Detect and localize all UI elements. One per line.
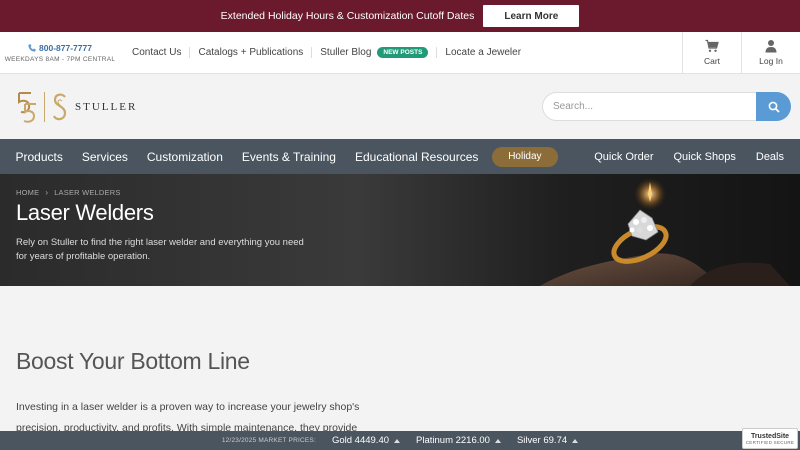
phone-block: 800-877-7777 WEEKDAYS 8AM - 7PM CENTRAL [0, 32, 120, 73]
contact-us-label: Contact Us [132, 47, 182, 58]
nav-services[interactable]: Services [72, 150, 137, 164]
phone-number: 800-877-7777 [39, 42, 92, 53]
utility-bar: 800-877-7777 WEEKDAYS 8AM - 7PM CENTRAL … [0, 32, 800, 74]
anniversary-55-icon [18, 91, 36, 123]
silver-price[interactable]: Silver 69.74 [511, 435, 579, 446]
promo-text: Extended Holiday Hours & Customization C… [220, 10, 475, 22]
login-button[interactable]: Log In [741, 32, 800, 73]
market-ticker: 12/23/2025 MARKET PRICES: Gold 4449.40 P… [0, 431, 800, 450]
market-date: 12/23/2025 MARKET PRICES: [221, 437, 316, 444]
phone-icon [28, 43, 36, 52]
stuller-s-icon [52, 93, 67, 120]
catalogs-label: Catalogs + Publications [198, 47, 304, 58]
search-button[interactable] [756, 92, 791, 121]
hero-description: Rely on Stuller to find the right laser … [16, 237, 304, 262]
catalogs-link[interactable]: Catalogs + Publications [189, 47, 311, 58]
new-posts-badge: NEW POSTS [377, 47, 429, 58]
business-hours: WEEKDAYS 8AM - 7PM CENTRAL [4, 55, 116, 63]
promo-banner: Extended Holiday Hours & Customization C… [0, 0, 800, 32]
nav-quick-shops[interactable]: Quick Shops [664, 151, 746, 163]
silver-label: Silver 69.74 [516, 435, 568, 446]
blog-label: Stuller Blog [320, 47, 372, 58]
nav-products[interactable]: Products [6, 150, 72, 164]
breadcrumb-current: LASER WELDERS [54, 188, 121, 197]
cart-label: Cart [703, 56, 721, 66]
platinum-label: Platinum 2216.00 [416, 435, 490, 446]
cart-button[interactable]: Cart [682, 32, 741, 73]
ring-laser-image [540, 176, 790, 286]
search-bar [542, 92, 791, 121]
arrow-up-icon [572, 438, 579, 443]
trustedsite-badge[interactable]: TrustedSite CERTIFIED SECURE [742, 428, 798, 449]
cart-icon [705, 39, 719, 52]
main-nav: Products Services Customization Events &… [0, 139, 800, 174]
learn-more-button[interactable]: Learn More [483, 5, 580, 27]
utility-links: Contact Us Catalogs + Publications Stull… [120, 32, 682, 73]
contact-us-link[interactable]: Contact Us [124, 47, 189, 58]
gold-price[interactable]: Gold 4449.40 [326, 435, 401, 446]
nav-quick-order[interactable]: Quick Order [584, 151, 663, 163]
logo-divider [44, 91, 45, 122]
search-icon [768, 101, 780, 113]
arrow-up-icon [494, 438, 501, 443]
nav-customization[interactable]: Customization [137, 150, 232, 164]
gold-label: Gold 4449.40 [331, 435, 390, 446]
arrow-up-icon [394, 438, 401, 443]
platinum-price[interactable]: Platinum 2216.00 [410, 435, 501, 446]
user-icon [765, 40, 777, 53]
hero-banner: HOME › LASER WELDERS Laser Welders Rely … [0, 174, 800, 286]
nav-holiday-button[interactable]: Holiday [491, 146, 558, 167]
breadcrumb: HOME › LASER WELDERS [16, 188, 121, 197]
nav-deals[interactable]: Deals [746, 151, 800, 163]
locate-jeweler-link[interactable]: Locate a Jeweler [436, 47, 529, 58]
login-label: Log In [759, 56, 783, 66]
stuller-logo[interactable]: STULLER [16, 91, 137, 123]
page-title: Laser Welders [16, 200, 154, 225]
chevron-right-icon: › [45, 188, 49, 197]
nav-educational-resources[interactable]: Educational Resources [345, 150, 487, 164]
trustedsite-sub: CERTIFIED SECURE [745, 439, 795, 445]
breadcrumb-home[interactable]: HOME [16, 188, 39, 197]
main-content: Boost Your Bottom Line Investing in a la… [0, 286, 800, 450]
logo-wordmark: STULLER [75, 100, 138, 113]
locate-jeweler-label: Locate a Jeweler [445, 47, 522, 58]
section-title: Boost Your Bottom Line [16, 348, 250, 374]
nav-right: Quick Order Quick Shops Deals [584, 151, 800, 163]
nav-events-training[interactable]: Events & Training [232, 150, 345, 164]
blog-link[interactable]: Stuller Blog NEW POSTS [311, 47, 436, 58]
trustedsite-name: TrustedSite [750, 432, 790, 440]
search-input[interactable] [542, 92, 756, 121]
brand-bar: STULLER [0, 74, 800, 139]
phone-link[interactable]: 800-877-7777 [28, 43, 92, 53]
